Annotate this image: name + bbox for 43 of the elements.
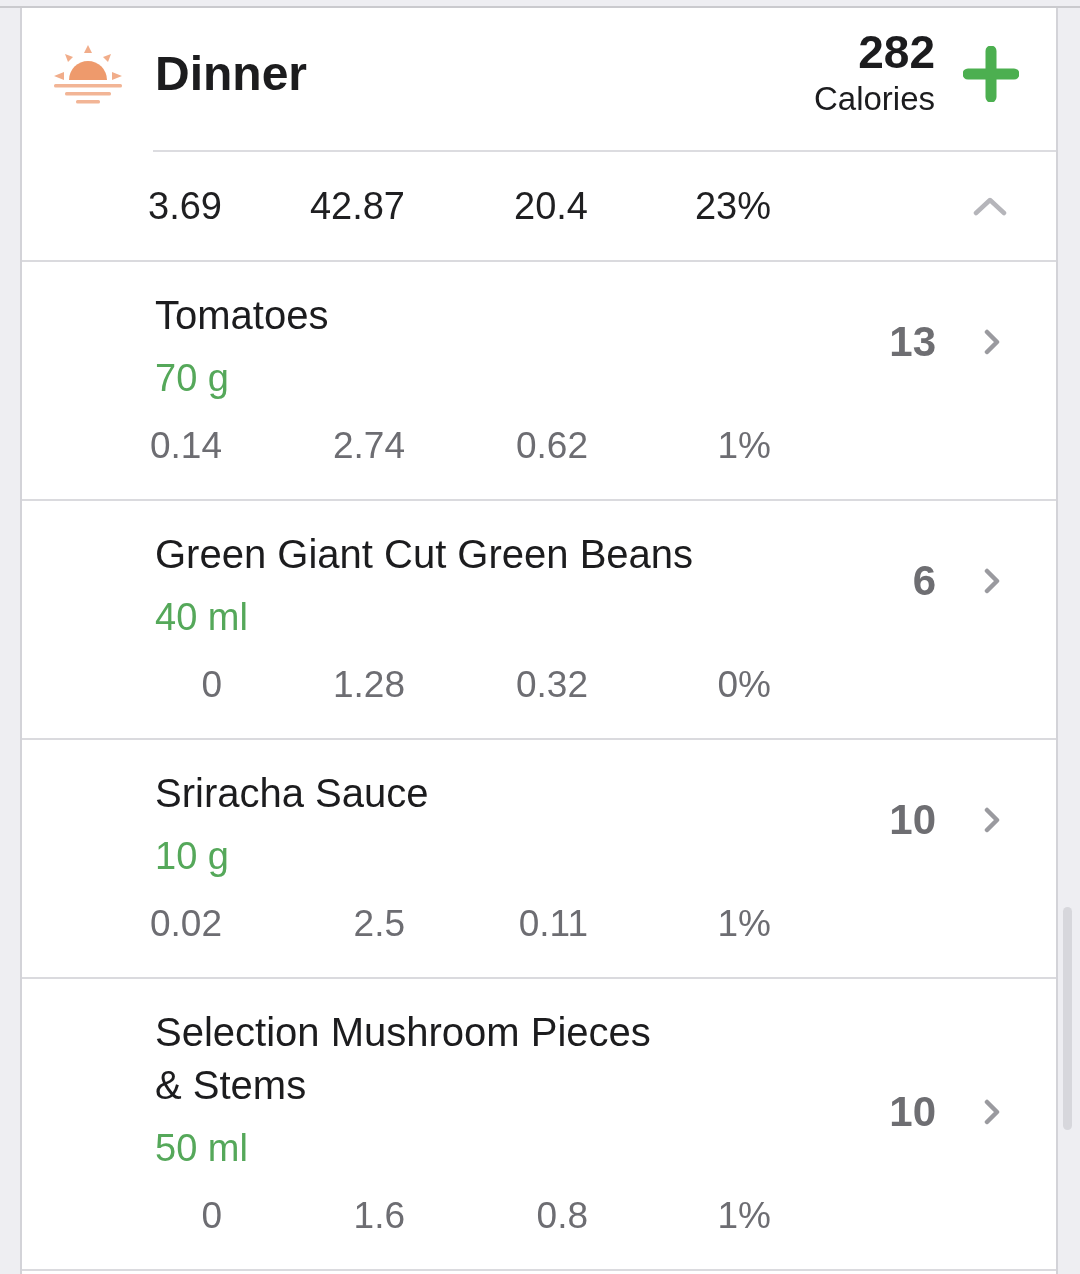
food-amount: 40 ml <box>155 595 249 640</box>
food-name: Tomatoes <box>155 292 330 339</box>
nutrient-value: 1.28 <box>332 663 405 707</box>
chevron-up-icon[interactable] <box>973 196 1007 216</box>
add-button[interactable] <box>963 46 1019 102</box>
summary-value: 20.4 <box>513 184 588 229</box>
food-name: Sriracha Sauce <box>155 770 430 817</box>
nutrient-value: 0.14 <box>149 424 222 468</box>
food-calories: 6 <box>912 556 936 606</box>
calorie-label: Calories <box>813 79 935 119</box>
nutrient-value: 0.02 <box>149 902 222 946</box>
food-amount: 10 g <box>155 834 230 879</box>
nutrient-value: 1% <box>716 902 771 946</box>
food-calories: 10 <box>889 1087 936 1137</box>
nutrient-value: 0.11 <box>517 902 588 946</box>
nutrient-value: 0.8 <box>535 1194 588 1238</box>
food-calories: 10 <box>889 795 936 845</box>
nutrient-value: 1.6 <box>352 1194 405 1238</box>
meal-title: Dinner <box>155 46 307 102</box>
nutrient-value: 1% <box>716 1194 771 1238</box>
summary-value: 3.69 <box>147 184 222 229</box>
chevron-right-icon[interactable] <box>984 568 1000 594</box>
nutrient-value: 2.5 <box>352 902 405 946</box>
summary-value: 23% <box>693 184 771 229</box>
sunrise-icon <box>53 44 123 104</box>
summary-value: 42.87 <box>308 184 405 229</box>
nutrient-value: 0 <box>200 663 222 707</box>
food-calories: 13 <box>889 317 936 367</box>
chevron-right-icon[interactable] <box>984 1099 1000 1125</box>
nutrient-value: 0.62 <box>515 424 588 468</box>
nutrient-value: 0% <box>716 663 771 707</box>
calorie-total: 282 <box>858 27 935 77</box>
nutrient-value: 1% <box>716 424 771 468</box>
food-amount: 70 g <box>155 356 230 401</box>
chevron-right-icon[interactable] <box>984 329 1000 355</box>
nutrient-value: 0 <box>200 1194 222 1238</box>
plus-icon <box>963 46 1019 102</box>
nutrient-value: 2.74 <box>332 424 405 468</box>
chevron-right-icon[interactable] <box>984 807 1000 833</box>
nutrient-value: 0.32 <box>515 663 588 707</box>
food-name: Selection Mushroom Pieces & Stems <box>155 1009 652 1109</box>
food-amount: 50 ml <box>155 1126 249 1171</box>
food-name: Green Giant Cut Green Beans <box>155 531 695 578</box>
